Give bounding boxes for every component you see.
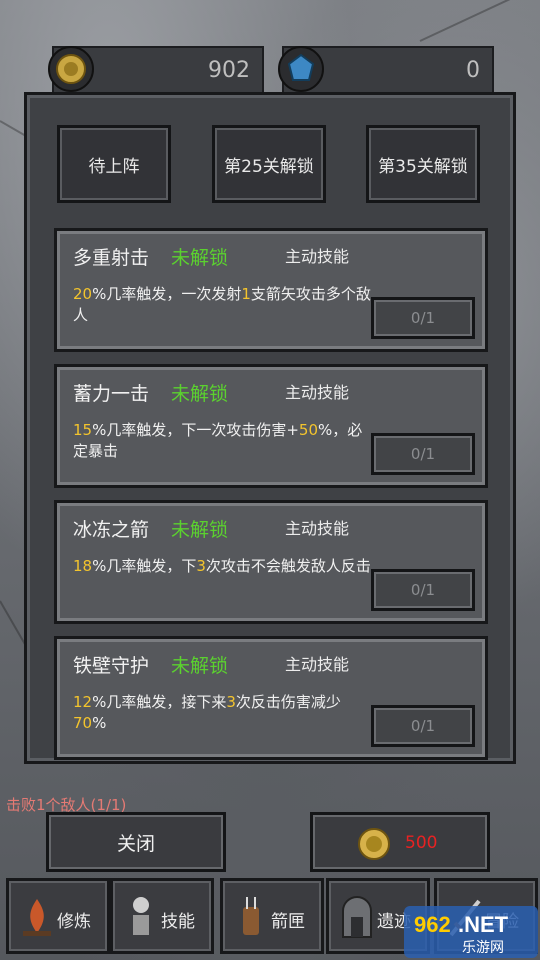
skill-progress-button[interactable]: 0/1 <box>371 569 475 611</box>
skill-progress-button[interactable]: 0/1 <box>371 297 475 339</box>
skill-name: 冰冻之箭 <box>73 519 150 541</box>
skill-type: 主动技能 <box>285 247 350 266</box>
campfire-icon <box>23 899 51 936</box>
gem-count: 0 <box>466 58 480 83</box>
highlight-value: 3 <box>196 557 206 575</box>
highlight-value: 1 <box>241 285 251 303</box>
skill-card[interactable]: 蓄力一击 未解锁 主动技能 15%几率触发，下一次攻击伤害+50%，必定暴击 0/1 <box>54 364 488 488</box>
highlight-value: 12 <box>73 693 93 711</box>
svg-text:乐游网: 乐游网 <box>462 940 504 956</box>
tab-level-25[interactable]: 第25关解锁 <box>212 125 326 203</box>
gem-counter: 0 <box>278 46 494 96</box>
skill-name: 铁壁守护 <box>73 655 150 677</box>
tab-label: 第35关解锁 <box>378 156 468 177</box>
nav-campfire[interactable]: 修炼 <box>6 878 110 954</box>
svg-text:962: 962 <box>414 912 451 937</box>
description-text: %几率触发，下一次攻击伤害+ <box>92 421 299 439</box>
tab-label: 待上阵 <box>88 156 140 177</box>
description-text: % <box>92 714 107 732</box>
skill-type: 主动技能 <box>285 655 350 674</box>
coin-counter: 902 <box>48 46 264 96</box>
skill-description: 18%几率触发，下3次攻击不会触发敌人反击 <box>73 556 373 577</box>
buy-price: 500 <box>405 833 438 853</box>
description-text: %几率触发，下 <box>92 557 197 575</box>
description-text: %几率触发，一次发射 <box>92 285 242 303</box>
skill-status: 未解锁 <box>171 383 229 405</box>
highlight-value: 50 <box>298 421 319 439</box>
nav-label: 技能 <box>161 912 195 932</box>
watermark-logo: 962 .NET 乐游网 <box>404 906 538 958</box>
svg-text:.NET: .NET <box>458 912 509 937</box>
nav-label: 箭匣 <box>271 912 305 932</box>
quiver-icon <box>243 897 259 935</box>
skill-status: 未解锁 <box>171 519 229 541</box>
skill-status: 未解锁 <box>171 655 229 677</box>
tab-level-35[interactable]: 第35关解锁 <box>366 125 480 203</box>
skill-description: 20%几率触发，一次发射1支箭矢攻击多个敌人 <box>73 284 373 326</box>
buy-button[interactable]: 500 <box>310 812 490 872</box>
skill-description: 15%几率触发，下一次攻击伤害+50%，必定暴击 <box>73 420 373 462</box>
skill-card[interactable]: 多重射击 未解锁 主动技能 20%几率触发，一次发射1支箭矢攻击多个敌人 0/1 <box>54 228 488 352</box>
progress-label: 0/1 <box>410 309 436 327</box>
nav-skeleton[interactable]: 技能 <box>110 878 214 954</box>
description-text: %几率触发，接下来 <box>92 693 227 711</box>
tab-label: 第25关解锁 <box>224 156 314 177</box>
highlight-value: 3 <box>226 693 236 711</box>
close-button[interactable]: 关闭 <box>46 812 226 872</box>
skill-type: 主动技能 <box>285 519 350 538</box>
gate-icon <box>342 896 372 938</box>
coin-icon <box>358 828 390 860</box>
skill-card[interactable]: 冰冻之箭 未解锁 主动技能 18%几率触发，下3次攻击不会触发敌人反击 0/1 <box>54 500 488 624</box>
progress-label: 0/1 <box>410 717 436 735</box>
progress-label: 0/1 <box>410 581 436 599</box>
progress-label: 0/1 <box>410 445 436 463</box>
coin-count: 902 <box>208 58 250 83</box>
highlight-value: 15 <box>73 421 93 439</box>
nav-quiver[interactable]: 箭匣 <box>220 878 324 954</box>
skill-progress-button[interactable]: 0/1 <box>371 433 475 475</box>
highlight-value: 70 <box>73 714 93 732</box>
skill-progress-button[interactable]: 0/1 <box>371 705 475 747</box>
description-text: 次攻击不会触发敌人反击 <box>205 557 371 575</box>
skill-type: 主动技能 <box>285 383 350 402</box>
description-text: 次反击伤害减少 <box>235 693 341 711</box>
skill-card[interactable]: 铁壁守护 未解锁 主动技能 12%几率触发，接下来3次反击伤害减少 70% 0/1 <box>54 636 488 760</box>
tab-deploy[interactable]: 待上阵 <box>57 125 171 203</box>
skill-name: 多重射击 <box>73 247 150 269</box>
nav-label: 修炼 <box>57 912 91 932</box>
skill-description: 12%几率触发，接下来3次反击伤害减少 70% <box>73 692 373 734</box>
skill-status: 未解锁 <box>171 247 229 269</box>
highlight-value: 18 <box>73 557 93 575</box>
skeleton-icon <box>133 897 149 935</box>
skill-name: 蓄力一击 <box>73 383 150 405</box>
highlight-value: 20 <box>73 285 93 303</box>
coin-icon <box>48 46 94 92</box>
close-label: 关闭 <box>116 832 155 855</box>
gem-icon <box>278 46 324 92</box>
